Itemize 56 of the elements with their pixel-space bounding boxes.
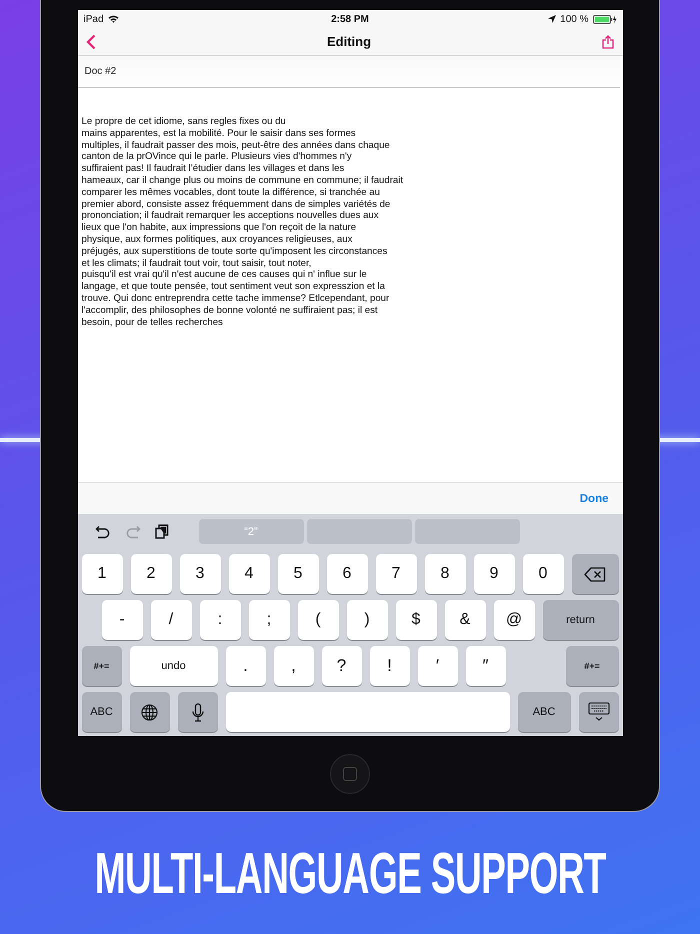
back-chevron-icon — [86, 34, 96, 50]
keyboard-key[interactable]: ABC — [82, 692, 122, 732]
done-button[interactable]: Done — [580, 492, 608, 504]
keyboard-key[interactable]: 3 — [180, 554, 220, 594]
microphone-key[interactable] — [178, 692, 218, 732]
keyboard-key[interactable]: & — [444, 600, 486, 640]
back-button[interactable] — [86, 34, 96, 50]
keyboard-key[interactable]: ′ — [418, 646, 458, 686]
globe-icon — [141, 704, 158, 720]
keyboard-key[interactable]: ) — [346, 600, 388, 640]
keyboard-key[interactable]: / — [150, 600, 192, 640]
share-button[interactable] — [602, 34, 614, 48]
keyboard-key[interactable]: @ — [494, 600, 534, 640]
keyboard-key[interactable]: : — [200, 600, 240, 640]
keyboard-key[interactable]: undo — [130, 646, 218, 686]
location-arrow-icon — [548, 15, 556, 23]
keyboard-key[interactable]: 6 — [326, 554, 368, 594]
keyboard-key[interactable]: ABC — [518, 692, 570, 732]
backspace-icon — [584, 566, 606, 582]
keyboard-key[interactable]: ( — [298, 600, 338, 640]
keyboard-key[interactable]: return — [542, 600, 618, 640]
share-icon — [602, 34, 614, 48]
keyboard-key[interactable]: - — [102, 600, 142, 640]
globe-key[interactable] — [130, 692, 170, 732]
clock-time: 2:58 PM — [331, 14, 369, 24]
keyboard-key[interactable]: #+= — [82, 646, 122, 686]
keyboard-key[interactable]: 8 — [424, 554, 466, 594]
wifi-icon — [108, 15, 119, 23]
keyboard-key[interactable]: #+= — [566, 646, 618, 686]
keyboard-key[interactable]: ? — [322, 646, 362, 686]
device-name: iPad — [84, 14, 104, 24]
keyboard-key[interactable]: . — [226, 646, 266, 686]
promo-caption: MULTI-LANGUAGE SUPPORT — [94, 840, 606, 906]
keyboard-key[interactable]: $ — [396, 600, 436, 640]
keyboard-key[interactable]: ; — [248, 600, 290, 640]
screen-title: Editing — [326, 34, 372, 49]
keyboard-dismiss-key[interactable] — [578, 692, 618, 732]
keyboard-key[interactable]: , — [274, 646, 314, 686]
keyboard-key[interactable]: 0 — [522, 554, 564, 594]
battery-percentage: 100 % — [560, 14, 588, 24]
keyboard-key[interactable]: ″ — [466, 646, 506, 686]
keyboard-dismiss-icon — [588, 702, 610, 722]
keyboard-key[interactable]: 2 — [130, 554, 172, 594]
keyboard-key[interactable]: 5 — [278, 554, 318, 594]
backspace-key[interactable] — [572, 554, 618, 594]
document-text: Le propre de cet idiome, sans regles fixes ou du mains apparentes, est la mobilité. Pour le saisir dans ses formes multiples, il faudrait passer des mois, peut-être des années dans chaque canton de la prOVince qui le parle. Plusieurs vies d'hommes n'y suffiraient pas! Il faudrait l’étudier dans les villages et dans les hameaux, car il change plus ou moins de commune en commune; il faudrait comparer les mêmes vocables, dont toute la différence, si tranchée au premier abord, consiste assez fréquemment dans de simples variétés de prononciation; il faudrait remarquer les acceptions nouvelles dues aux lieux que l'on habite, aux impressions que l'on reçoit de la nature physique, aux formes politiques, aux croyances religieuses, aux préjugés, aux superstitions de toute sorte qu'imposent les circonstances et les climats; il faudrait tout voir, tout saisir, tout noter, puisqu'il est vrai qu'il n'est aucune de ces causes qui n' influe sur le langage, et que toute pensée, tout sentiment veut son expresszion et la trouve. Qui donc entreprendra cette tache immense? Etlcependant, pour l'accomplir, des philosophes de bonne volonté ne suffiraient pas; il est besoin, pour de telles recherches — [80, 115, 404, 330]
keyboard-key[interactable]: 7 — [376, 554, 416, 594]
microphone-icon — [192, 702, 204, 722]
battery-charging-icon — [592, 14, 616, 24]
document-title-field[interactable]: Doc #2 — [78, 56, 620, 88]
keyboard-key[interactable]: 1 — [82, 554, 122, 594]
keyboard-key[interactable]: ! — [370, 646, 410, 686]
paste-icon[interactable] — [154, 524, 168, 539]
keyboard-key[interactable]: 9 — [474, 554, 514, 594]
undo-icon[interactable] — [94, 524, 110, 538]
keyboard-key[interactable]: 4 — [228, 554, 270, 594]
